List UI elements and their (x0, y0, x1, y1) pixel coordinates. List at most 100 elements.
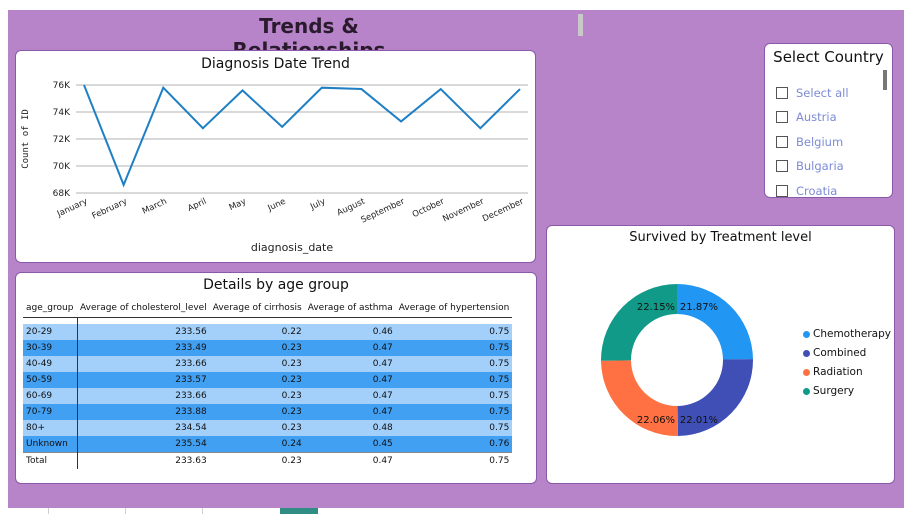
table-cell-cirr: 0.23 (209, 404, 305, 420)
legend-marker (803, 387, 810, 395)
x-tick-label: June (266, 197, 288, 214)
table-cell-asth: 0.46 (304, 324, 396, 340)
slicer-scrollbar[interactable] (883, 70, 887, 90)
x-tick-label: December (481, 196, 526, 224)
series-line (83, 84, 521, 188)
checkbox[interactable] (776, 160, 788, 172)
report-canvas: Trends & Relationships Diagnosis Date Tr… (8, 10, 904, 508)
page-tabs (0, 508, 919, 514)
table-row[interactable]: 80+ 234.54 0.23 0.48 0.75 (23, 420, 513, 436)
table-cell-asth: 0.47 (304, 340, 396, 356)
table-cell-hyp: 0.75 (395, 324, 513, 340)
slicer-item-label: Bulgaria (796, 159, 844, 173)
table-cell-chol: 233.56 (77, 324, 210, 340)
slicer-item-austria[interactable]: Austria (776, 108, 837, 126)
checkbox[interactable] (776, 87, 788, 99)
donut-slice[interactable] (601, 284, 677, 361)
table-cell-grp: 60-69 (23, 388, 78, 404)
table-cell-hyp: 0.75 (395, 340, 513, 356)
donut-chart-card[interactable]: Survived by Treatment level 21.87% 22.01%… (546, 225, 895, 484)
table-cell-chol: 233.66 (77, 388, 210, 404)
col-header-asthma[interactable]: Average of asthma (304, 299, 396, 318)
table-cell-grp: 80+ (23, 420, 78, 436)
slicer-item-select-all[interactable]: Select all (776, 84, 849, 102)
checkbox[interactable] (776, 111, 788, 123)
legend-item-chemotherapy[interactable]: Chemotherapy (803, 328, 891, 340)
x-axis-label: diagnosis_date (251, 241, 334, 254)
data-label: 22.15% (637, 302, 675, 313)
table-row[interactable]: 20-29 233.56 0.22 0.46 0.75 (23, 324, 513, 340)
table-title: Details by age group (203, 277, 349, 293)
table-row[interactable]: 60-69 233.66 0.23 0.47 0.75 (23, 388, 513, 404)
table-cell-hyp: 0.75 (395, 356, 513, 372)
total-cell-chol: 233.63 (77, 452, 210, 469)
table-cell-cirr: 0.23 (209, 340, 305, 356)
legend-label: Surgery (813, 385, 855, 397)
top-strip (0, 0, 919, 10)
table-cell-cirr: 0.22 (209, 324, 305, 340)
table-cell-chol: 233.88 (77, 404, 210, 420)
data-label: 22.01% (680, 415, 718, 426)
slicer-item-label: Select all (796, 86, 849, 100)
col-header-cirrhosis[interactable]: Average of cirrhosis (209, 299, 305, 318)
table-cell-chol: 233.57 (77, 372, 210, 388)
col-header-cholesterol[interactable]: Average of cholesterol_level (77, 299, 210, 318)
active-page-tab[interactable] (280, 508, 318, 514)
table-cell-grp: Unknown (23, 436, 78, 453)
y-tick-label: 76K (53, 81, 71, 91)
table-cell-chol: 233.66 (77, 356, 210, 372)
data-label: 21.87% (680, 302, 718, 313)
x-tick-label: April (186, 197, 208, 214)
table-row[interactable]: 30-39 233.49 0.23 0.47 0.75 (23, 340, 513, 356)
table-row[interactable]: 70-79 233.88 0.23 0.47 0.75 (23, 404, 513, 420)
tab-divider (125, 508, 126, 514)
table-row[interactable]: 50-59 233.57 0.23 0.47 0.75 (23, 372, 513, 388)
table-total-row: Total 233.63 0.23 0.47 0.75 (23, 452, 513, 469)
slicer-title: Select Country (773, 48, 884, 66)
legend-item-surgery[interactable]: Surgery (803, 385, 854, 397)
legend-marker (803, 330, 810, 338)
total-cell-asth: 0.47 (304, 452, 396, 469)
legend-label: Combined (813, 347, 867, 359)
table-cell-grp: 50-59 (23, 372, 78, 388)
legend-marker (803, 349, 810, 357)
x-tick-label: February (91, 197, 129, 222)
legend-item-combined[interactable]: Combined (803, 347, 866, 359)
x-tick-label: July (308, 197, 327, 213)
table-cell-cirr: 0.23 (209, 356, 305, 372)
slicer-item-belgium[interactable]: Belgium (776, 133, 843, 151)
slicer-item-bulgaria[interactable]: Bulgaria (776, 157, 844, 175)
legend-label: Radiation (813, 366, 863, 378)
table-cell-hyp: 0.75 (395, 372, 513, 388)
table-cell-cirr: 0.23 (209, 420, 305, 436)
table-cell-grp: 40-49 (23, 356, 78, 372)
table-cell-chol: 235.54 (77, 436, 210, 453)
slicer-item-label: Belgium (796, 135, 844, 149)
line-chart-card[interactable]: Diagnosis Date Trend 68K 70K 72K 74K 76K Janu… (15, 50, 536, 263)
col-header-hypertension[interactable]: Average of hypertension (395, 299, 513, 318)
donut-slice[interactable] (677, 284, 753, 360)
col-header-age-group[interactable]: age_group (23, 299, 77, 318)
checkbox[interactable] (776, 185, 788, 197)
slicer-item-croatia[interactable]: Croatia (776, 182, 837, 200)
slicer-item-label: Austria (796, 110, 837, 124)
table-card[interactable]: Details by age group age_group Average o… (15, 272, 537, 484)
y-tick-label: 70K (53, 162, 71, 172)
total-cell-grp: Total (23, 452, 78, 469)
country-slicer[interactable]: Select Country Select all Austria Belgiu… (764, 43, 893, 198)
line-chart: 68K 70K 72K 74K 76K January February March April… (21, 81, 528, 254)
total-cell-cirr: 0.23 (209, 452, 305, 469)
table-row[interactable]: Unknown 235.54 0.24 0.45 0.76 (23, 436, 513, 453)
checkbox[interactable] (776, 136, 788, 148)
table-cell-grp: 70-79 (23, 404, 78, 420)
table-cell-asth: 0.47 (304, 404, 396, 420)
y-axis-label: Count of ID (21, 109, 31, 169)
table-cell-asth: 0.45 (304, 436, 396, 453)
legend-item-radiation[interactable]: Radiation (803, 366, 863, 378)
table-row[interactable]: 40-49 233.66 0.23 0.47 0.75 (23, 356, 513, 372)
scroll-handle[interactable] (578, 14, 583, 36)
table-cell-chol: 234.54 (77, 420, 210, 436)
legend-label: Chemotherapy (813, 328, 891, 340)
slicer-item-label: Croatia (796, 184, 838, 198)
legend-marker (803, 368, 810, 376)
